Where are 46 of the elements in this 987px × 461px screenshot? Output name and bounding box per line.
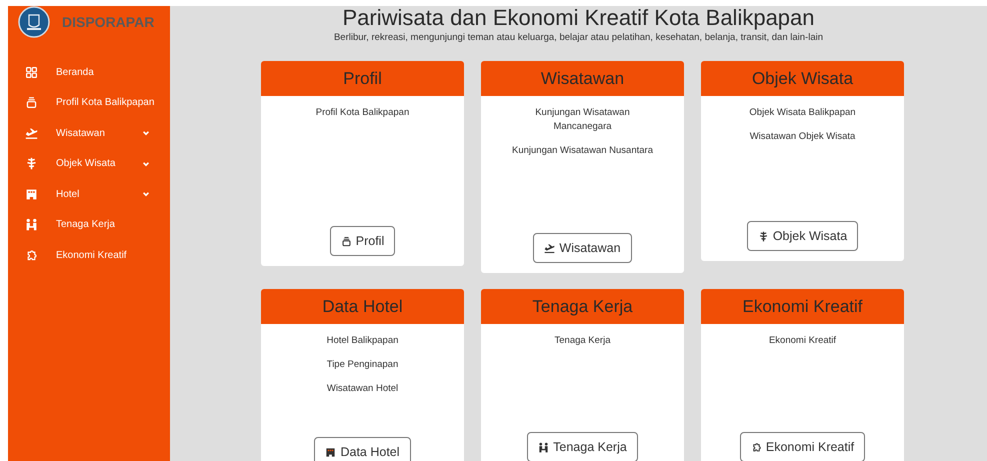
- page-subtitle: Berlibur, rekreasi, mengunjungi teman atau keluarga, belajar atau pelatihan, kesehatan, belanja, transit, dan lain-lain: [332, 31, 824, 45]
- sidebar-item[interactable]: Objek Wisata: [8, 148, 170, 179]
- card-button[interactable]: Objek Wisata: [746, 221, 858, 252]
- page-title: Pariwisata dan Ekonomi Kreatif Kota Balikpapan: [341, 6, 816, 29]
- plant-icon: [758, 230, 769, 242]
- airplane-icon: [25, 126, 38, 140]
- stack-icon: [340, 236, 352, 247]
- card-link[interactable]: Wisatawan Objek Wisata: [750, 130, 856, 144]
- card-link[interactable]: Tenaga Kerja: [554, 334, 610, 348]
- card-title: Objek Wisata: [752, 68, 854, 90]
- plant-icon: [25, 157, 38, 170]
- people-icon: [538, 442, 550, 453]
- airplane-icon: [544, 242, 556, 254]
- card-button[interactable]: Profil: [330, 226, 396, 256]
- sidebar-item[interactable]: Hotel: [8, 179, 170, 210]
- sidebar-item[interactable]: Wisatawan: [8, 118, 170, 148]
- building-icon: [25, 188, 38, 201]
- stack-icon: [25, 96, 38, 110]
- logo-icon: [18, 6, 50, 38]
- grid-icon: [25, 66, 38, 79]
- card-link[interactable]: Wisatawan Hotel: [326, 382, 398, 396]
- sidebar-item[interactable]: Profil Kota Balikpapan: [8, 88, 170, 118]
- building-icon: [325, 446, 336, 458]
- sidebar-item[interactable]: Ekonomi Kreatif: [8, 240, 170, 270]
- card-title: Tenaga Kerja: [532, 296, 633, 318]
- card-link[interactable]: Profil Kota Balikpapan: [316, 106, 410, 120]
- puzzle-icon: [25, 248, 38, 262]
- card-link[interactable]: Hotel Balikpapan: [326, 334, 398, 348]
- people-icon: [25, 218, 38, 232]
- card-button[interactable]: Ekonomi Kreatif: [740, 432, 866, 461]
- card-button[interactable]: Wisatawan: [533, 233, 632, 264]
- card-link[interactable]: Kunjungan Wisatawan Nusantara: [512, 144, 653, 158]
- sidebar-item[interactable]: Tenaga Kerja: [8, 210, 170, 240]
- brand-name: DISPORAPAR: [62, 12, 154, 32]
- card-link[interactable]: Tipe Penginapan: [326, 358, 398, 372]
- card-title: Data Hotel: [322, 296, 403, 318]
- card-title: Profil: [343, 68, 382, 90]
- card-link[interactable]: Kunjungan Wisatawan Mancanegara: [508, 106, 658, 134]
- card-button[interactable]: Data Hotel: [314, 437, 411, 461]
- puzzle-icon: [750, 442, 762, 453]
- card-link[interactable]: Objek Wisata Balikpapan: [749, 106, 856, 120]
- card-link[interactable]: Ekonomi Kreatif: [768, 334, 836, 348]
- card-title: Wisatawan: [540, 68, 624, 90]
- card-title: Ekonomi Kreatif: [742, 296, 862, 318]
- card-button[interactable]: Tenaga Kerja: [527, 432, 638, 461]
- sidebar-item[interactable]: Beranda: [8, 57, 170, 88]
